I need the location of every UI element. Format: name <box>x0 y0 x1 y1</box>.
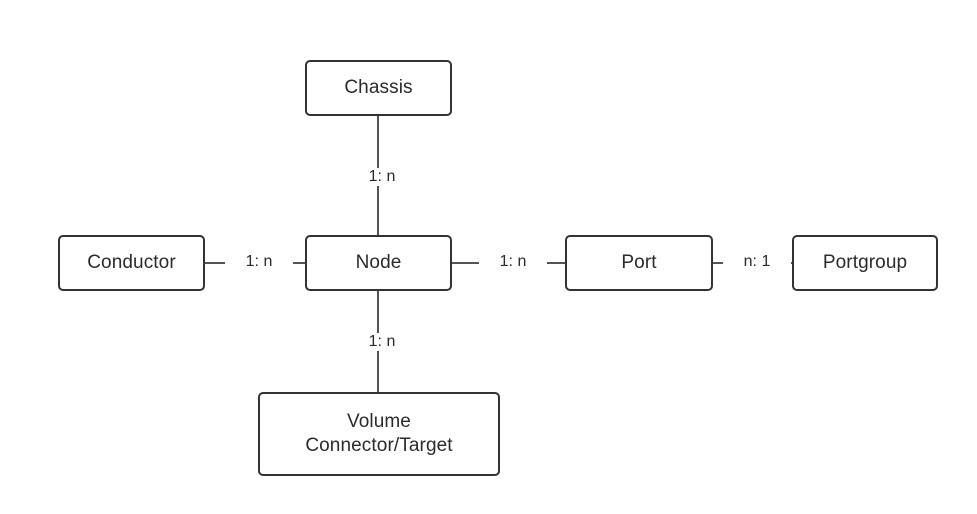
entity-box-volume-connector-target[interactable]: Volume Connector/Target <box>258 392 500 476</box>
entity-box-chassis[interactable]: Chassis <box>305 60 452 116</box>
entity-box-port[interactable]: Port <box>565 235 713 291</box>
cardinality-label-port-portgroup: n: 1 <box>723 253 791 271</box>
entity-box-portgroup[interactable]: Portgroup <box>792 235 938 291</box>
entity-label-chassis: Chassis <box>344 76 413 98</box>
diagram-canvas: 1: n 1: n 1: n n: 1 1: n Chassis Node Co… <box>0 0 977 514</box>
entity-label-port: Port <box>621 251 657 273</box>
cardinality-label-chassis-node: 1: n <box>348 168 416 186</box>
entity-label-volume-connector-target: Volume Connector/Target <box>305 410 453 456</box>
entity-label-node: Node <box>355 251 402 273</box>
entity-label-portgroup: Portgroup <box>822 251 908 273</box>
entity-box-node[interactable]: Node <box>305 235 452 291</box>
cardinality-label-node-volume: 1: n <box>348 333 416 351</box>
cardinality-label-node-port: 1: n <box>479 253 547 271</box>
entity-box-conductor[interactable]: Conductor <box>58 235 205 291</box>
cardinality-label-conductor-node: 1: n <box>225 253 293 271</box>
entity-label-conductor: Conductor <box>87 251 176 273</box>
